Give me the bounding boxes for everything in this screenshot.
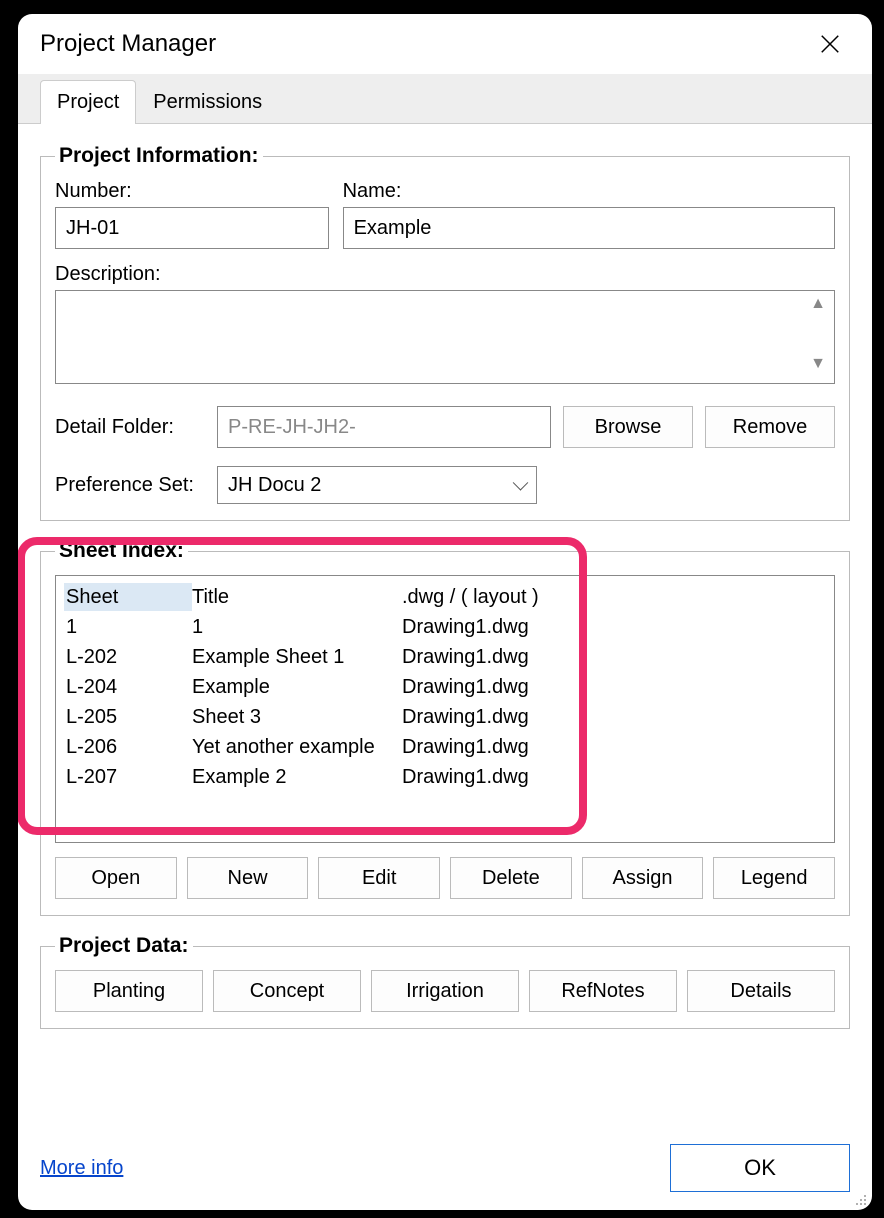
content-area: Project Information: Number: Name: Descr… xyxy=(18,124,872,1132)
cell-dwg: Drawing1.dwg xyxy=(402,616,826,639)
planting-button[interactable]: Planting xyxy=(55,970,203,1012)
sheet-header-row: Sheet Title .dwg / ( layout ) xyxy=(64,582,826,612)
project-information-legend: Project Information: xyxy=(55,144,263,168)
table-row[interactable]: L-206Yet another exampleDrawing1.dwg xyxy=(64,732,826,762)
new-button[interactable]: New xyxy=(187,857,309,899)
description-textarea[interactable]: ▲ ▼ xyxy=(55,290,835,384)
table-row[interactable]: 11Drawing1.dwg xyxy=(64,612,826,642)
browse-button[interactable]: Browse xyxy=(563,406,693,448)
more-info-link[interactable]: More info xyxy=(40,1157,123,1180)
window-title: Project Manager xyxy=(40,30,216,58)
sheet-index-buttons: OpenNewEditDeleteAssignLegend xyxy=(55,857,835,899)
resize-grip-icon[interactable] xyxy=(852,1190,868,1206)
detail-folder-label: Detail Folder: xyxy=(55,416,205,439)
scroll-up-icon[interactable]: ▲ xyxy=(806,295,830,319)
project-information-group: Project Information: Number: Name: Descr… xyxy=(40,144,850,521)
legend-button[interactable]: Legend xyxy=(713,857,835,899)
cell-title: Example xyxy=(192,676,402,699)
col-sheet[interactable]: Sheet xyxy=(64,583,192,611)
cell-sheet: L-207 xyxy=(64,766,192,789)
table-row[interactable]: L-202Example Sheet 1Drawing1.dwg xyxy=(64,642,826,672)
sheet-index-legend: Sheet Index: xyxy=(55,539,188,563)
sheet-index-list[interactable]: Sheet Title .dwg / ( layout ) 11Drawing1… xyxy=(55,575,835,843)
sheet-index-group: Sheet Index: Sheet Title .dwg / ( layout… xyxy=(40,539,850,916)
scroll-down-icon[interactable]: ▼ xyxy=(806,355,830,379)
name-input[interactable] xyxy=(343,207,835,249)
cell-dwg: Drawing1.dwg xyxy=(402,676,826,699)
tabstrip: Project Permissions xyxy=(18,74,872,124)
project-data-group: Project Data: PlantingConceptIrrigationR… xyxy=(40,934,850,1029)
titlebar: Project Manager xyxy=(18,14,872,74)
project-manager-window: Project Manager Project Permissions Proj… xyxy=(18,14,872,1210)
delete-button[interactable]: Delete xyxy=(450,857,572,899)
concept-button[interactable]: Concept xyxy=(213,970,361,1012)
cell-title: 1 xyxy=(192,616,402,639)
cell-title: Yet another example xyxy=(192,736,402,759)
open-button[interactable]: Open xyxy=(55,857,177,899)
edit-button[interactable]: Edit xyxy=(318,857,440,899)
table-row[interactable]: L-204ExampleDrawing1.dwg xyxy=(64,672,826,702)
refnotes-button[interactable]: RefNotes xyxy=(529,970,677,1012)
cell-dwg: Drawing1.dwg xyxy=(402,706,826,729)
close-icon[interactable] xyxy=(810,24,850,64)
cell-title: Sheet 3 xyxy=(192,706,402,729)
preference-set-select[interactable]: JH Docu 2 xyxy=(217,466,537,504)
irrigation-button[interactable]: Irrigation xyxy=(371,970,519,1012)
project-data-buttons: PlantingConceptIrrigationRefNotesDetails xyxy=(55,970,835,1012)
number-input[interactable] xyxy=(55,207,329,249)
cell-title: Example 2 xyxy=(192,766,402,789)
cell-sheet: L-202 xyxy=(64,646,192,669)
detail-folder-input[interactable]: P-RE-JH-JH2- xyxy=(217,406,551,448)
number-label: Number: xyxy=(55,180,329,203)
tab-permissions[interactable]: Permissions xyxy=(136,80,279,124)
table-row[interactable]: L-207Example 2Drawing1.dwg xyxy=(64,762,826,792)
remove-button[interactable]: Remove xyxy=(705,406,835,448)
cell-dwg: Drawing1.dwg xyxy=(402,736,826,759)
cell-sheet: L-206 xyxy=(64,736,192,759)
col-dwg[interactable]: .dwg / ( layout ) xyxy=(402,586,826,609)
assign-button[interactable]: Assign xyxy=(582,857,704,899)
details-button[interactable]: Details xyxy=(687,970,835,1012)
tab-project[interactable]: Project xyxy=(40,80,136,124)
cell-title: Example Sheet 1 xyxy=(192,646,402,669)
ok-button[interactable]: OK xyxy=(670,1144,850,1192)
description-label: Description: xyxy=(55,263,835,286)
preference-set-label: Preference Set: xyxy=(55,474,205,497)
cell-dwg: Drawing1.dwg xyxy=(402,766,826,789)
footer: More info OK xyxy=(18,1132,872,1210)
name-label: Name: xyxy=(343,180,835,203)
cell-dwg: Drawing1.dwg xyxy=(402,646,826,669)
table-row[interactable]: L-205Sheet 3Drawing1.dwg xyxy=(64,702,826,732)
cell-sheet: L-205 xyxy=(64,706,192,729)
col-title[interactable]: Title xyxy=(192,586,402,609)
cell-sheet: L-204 xyxy=(64,676,192,699)
cell-sheet: 1 xyxy=(64,616,192,639)
project-data-legend: Project Data: xyxy=(55,934,193,958)
